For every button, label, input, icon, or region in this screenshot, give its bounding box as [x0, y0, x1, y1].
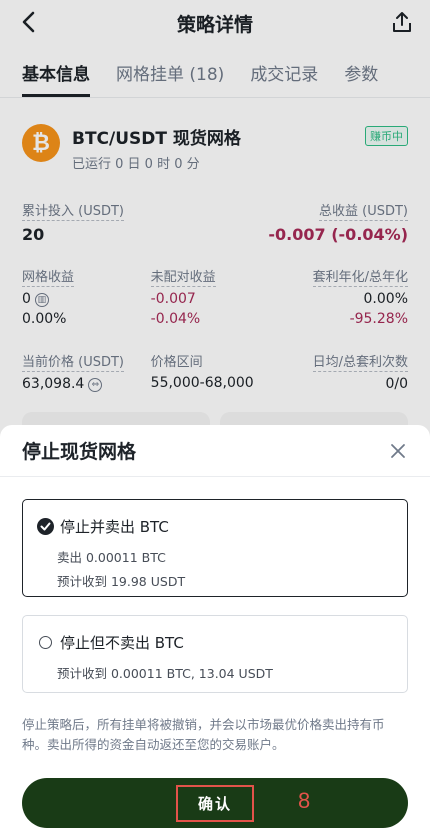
stop-grid-sheet: 停止现货网格 停止并卖出 BTC 卖出 0.00011 BTC 预计收到 19.…: [0, 425, 430, 830]
option-detail: 预计收到 19.98 USDT: [57, 574, 186, 589]
radio-checked-icon[interactable]: [37, 518, 54, 535]
stop-note: 停止策略后，所有挂单将被撤销，并会以市场最优价格卖出持有币种。卖出所得的资金自动…: [22, 717, 385, 752]
radio-unchecked-icon[interactable]: [39, 636, 52, 649]
confirm-button[interactable]: 确认 8: [22, 778, 408, 828]
option-title: 停止并卖出 BTC: [60, 518, 169, 536]
sheet-title: 停止现货网格: [22, 441, 137, 463]
step-number: 8: [298, 788, 311, 813]
confirm-label: 确认: [175, 784, 254, 822]
option-detail: 卖出 0.00011 BTC: [57, 550, 166, 565]
option-detail: 预计收到 0.00011 BTC, 13.04 USDT: [57, 666, 273, 681]
close-icon[interactable]: [390, 443, 406, 459]
option-stop-and-sell[interactable]: 停止并卖出 BTC 卖出 0.00011 BTC 预计收到 19.98 USDT: [22, 499, 408, 597]
option-stop-no-sell[interactable]: 停止但不卖出 BTC 预计收到 0.00011 BTC, 13.04 USDT: [22, 615, 408, 693]
option-title: 停止但不卖出 BTC: [60, 634, 184, 652]
